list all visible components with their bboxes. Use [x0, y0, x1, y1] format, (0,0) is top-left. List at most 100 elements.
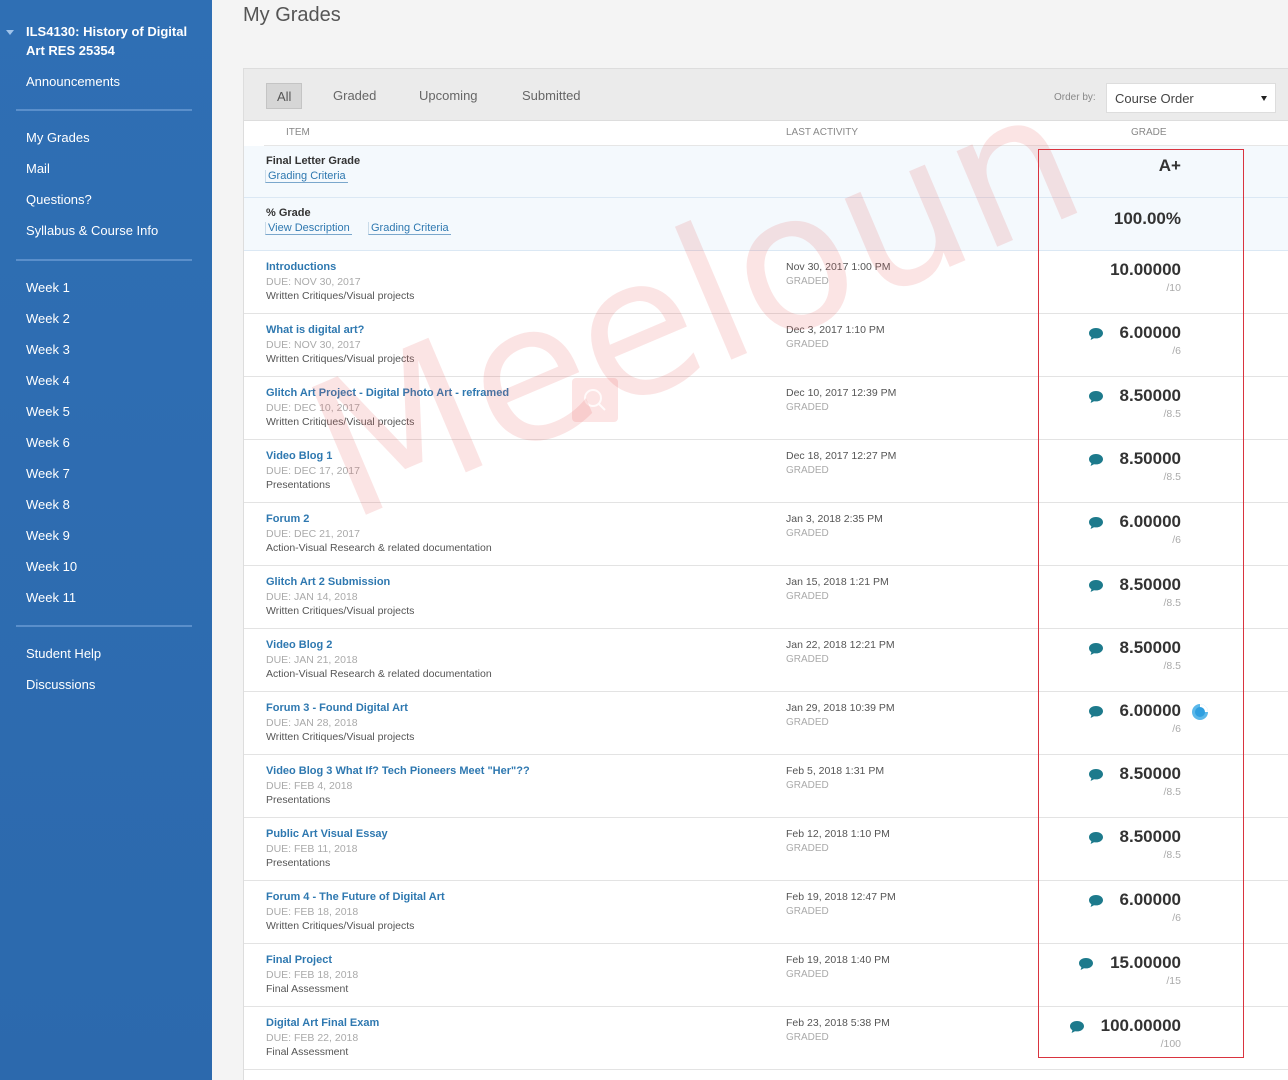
grade-item-row: Final Project DUE: FEB 18, 2018 Final Asse…: [244, 944, 1288, 1007]
item-title-link[interactable]: What is digital art?: [266, 324, 364, 336]
last-activity-date: Jan 15, 2018 1:21 PM: [786, 576, 889, 588]
item-grade-total: /8.5: [1163, 849, 1181, 861]
grade-item-row: Glitch Art 2 Submission DUE: JAN 14, 2018…: [244, 566, 1288, 629]
nav-week-1[interactable]: Week 1: [26, 280, 70, 295]
nav-week-10[interactable]: Week 10: [26, 559, 77, 574]
item-title-link[interactable]: Glitch Art Project - Digital Photo Art -…: [266, 387, 509, 399]
item-category: Written Critiques/Visual projects: [266, 731, 415, 743]
collapse-caret-icon[interactable]: [6, 30, 14, 35]
tab-all[interactable]: All: [266, 83, 303, 109]
nav-week-8[interactable]: Week 8: [26, 497, 70, 512]
item-due-date: DUE: DEC 10, 2017: [266, 402, 360, 414]
grading-criteria-link[interactable]: Grading Criteria: [368, 222, 451, 235]
item-category: Written Critiques/Visual projects: [266, 605, 415, 617]
comment-bubble-icon[interactable]: [1088, 642, 1104, 656]
item-due-date: DUE: JAN 14, 2018: [266, 591, 358, 603]
item-title-link[interactable]: Forum 4 - The Future of Digital Art: [266, 891, 445, 903]
nav-week-3[interactable]: Week 3: [26, 342, 70, 357]
item-grade: 8.50000: [1119, 449, 1181, 468]
item-title-link[interactable]: Public Art Visual Essay: [266, 828, 388, 840]
nav-week-4[interactable]: Week 4: [26, 373, 70, 388]
nav-syllabus-course-info[interactable]: Syllabus & Course Info: [26, 223, 158, 238]
comment-bubble-icon[interactable]: [1088, 579, 1104, 593]
nav-week-9[interactable]: Week 9: [26, 528, 70, 543]
item-category: Final Assessment: [266, 983, 349, 995]
grade-item-row: Digital Art Final Exam DUE: FEB 22, 2018 F…: [244, 1007, 1288, 1070]
nav-questions[interactable]: Questions?: [26, 192, 92, 207]
item-status: GRADED: [786, 1032, 829, 1043]
grade-item-row: Forum 4 - The Future of Digital Art DUE: …: [244, 881, 1288, 944]
comment-bubble-icon[interactable]: [1088, 327, 1104, 341]
tab-submitted[interactable]: Submitted: [522, 83, 581, 109]
comment-bubble-icon[interactable]: [1088, 390, 1104, 404]
order-by-select[interactable]: Course Order: [1106, 83, 1276, 113]
progress-circle-icon[interactable]: [1191, 703, 1209, 721]
grade-item-row: What is digital art? DUE: NOV 30, 2017 Wri…: [244, 314, 1288, 377]
course-sidebar: ILS4130: History of Digital Art RES 2535…: [0, 0, 212, 1080]
nav-week-7[interactable]: Week 7: [26, 466, 70, 481]
item-due-date: DUE: JAN 28, 2018: [266, 717, 358, 729]
nav-announcements[interactable]: Announcements: [26, 74, 120, 89]
grade-item-row: Forum 2 DUE: DEC 21, 2017 Action-Visual Re…: [244, 503, 1288, 566]
nav-student-help[interactable]: Student Help: [26, 646, 101, 661]
view-description-link[interactable]: View Description: [265, 222, 352, 235]
nav-week-5[interactable]: Week 5: [26, 404, 70, 419]
item-category: Action-Visual Research & related documen…: [266, 542, 492, 554]
item-title-link[interactable]: Video Blog 1: [266, 450, 332, 462]
item-grade: 6.00000: [1119, 701, 1181, 720]
grades-panel: All Graded Upcoming Submitted Order by: …: [243, 68, 1288, 1080]
item-grade-total: /8.5: [1163, 471, 1181, 483]
grade-item-row: Public Art Visual Essay DUE: FEB 11, 2018…: [244, 818, 1288, 881]
last-activity-date: Feb 23, 2018 5:38 PM: [786, 1017, 890, 1029]
item-grade-total: /8.5: [1163, 786, 1181, 798]
nav-my-grades[interactable]: My Grades: [26, 130, 90, 145]
item-title-link[interactable]: Forum 2: [266, 513, 309, 525]
item-grade-total: /100: [1160, 1038, 1181, 1050]
item-grade: 10.00000: [1110, 260, 1181, 279]
item-category: Written Critiques/Visual projects: [266, 920, 415, 932]
nav-week-2[interactable]: Week 2: [26, 311, 70, 326]
item-title-link[interactable]: Final Project: [266, 954, 332, 966]
comment-bubble-icon[interactable]: [1088, 894, 1104, 908]
item-grade-total: /6: [1172, 534, 1181, 546]
course-title[interactable]: ILS4130: History of Digital Art RES 2535…: [26, 22, 196, 60]
item-status: GRADED: [786, 276, 829, 287]
tab-upcoming[interactable]: Upcoming: [419, 83, 478, 109]
comment-bubble-icon[interactable]: [1088, 831, 1104, 845]
item-status: GRADED: [786, 717, 829, 728]
item-category: Written Critiques/Visual projects: [266, 290, 415, 302]
order-by-value: Course Order: [1115, 91, 1194, 106]
comment-bubble-icon[interactable]: [1088, 705, 1104, 719]
item-status: GRADED: [786, 780, 829, 791]
column-header-item: ITEM: [286, 127, 310, 138]
item-status: GRADED: [786, 969, 829, 980]
comment-bubble-icon[interactable]: [1088, 516, 1104, 530]
item-due-date: DUE: JAN 21, 2018: [266, 654, 358, 666]
item-status: GRADED: [786, 591, 829, 602]
comment-bubble-icon[interactable]: [1088, 453, 1104, 467]
item-title-link[interactable]: Glitch Art 2 Submission: [266, 576, 390, 588]
comment-bubble-icon[interactable]: [1088, 768, 1104, 782]
item-category: Final Assessment: [266, 1046, 349, 1058]
nav-discussions[interactable]: Discussions: [26, 677, 95, 692]
item-title-link[interactable]: Introductions: [266, 261, 336, 273]
item-category: Written Critiques/Visual projects: [266, 416, 415, 428]
nav-week-6[interactable]: Week 6: [26, 435, 70, 450]
tab-graded[interactable]: Graded: [333, 83, 376, 109]
item-title-link[interactable]: Digital Art Final Exam: [266, 1017, 379, 1029]
item-title-link[interactable]: Video Blog 2: [266, 639, 332, 651]
comment-bubble-icon[interactable]: [1069, 1020, 1085, 1034]
comment-bubble-icon[interactable]: [1078, 957, 1094, 971]
item-grade: 8.50000: [1119, 764, 1181, 783]
item-grade: 6.00000: [1119, 512, 1181, 531]
item-status: GRADED: [786, 528, 829, 539]
grade-item-row: Introductions DUE: NOV 30, 2017 Written Cr…: [244, 251, 1288, 314]
item-title-link[interactable]: Forum 3 - Found Digital Art: [266, 702, 408, 714]
item-due-date: DUE: FEB 4, 2018: [266, 780, 353, 792]
nav-mail[interactable]: Mail: [26, 161, 50, 176]
item-title-link[interactable]: Video Blog 3 What If? Tech Pioneers Meet…: [266, 765, 530, 777]
nav-week-11[interactable]: Week 11: [26, 590, 76, 605]
item-grade: 100.00000: [1100, 1016, 1181, 1035]
item-grade-total: /10: [1166, 282, 1181, 294]
grading-criteria-link[interactable]: Grading Criteria: [265, 170, 348, 183]
